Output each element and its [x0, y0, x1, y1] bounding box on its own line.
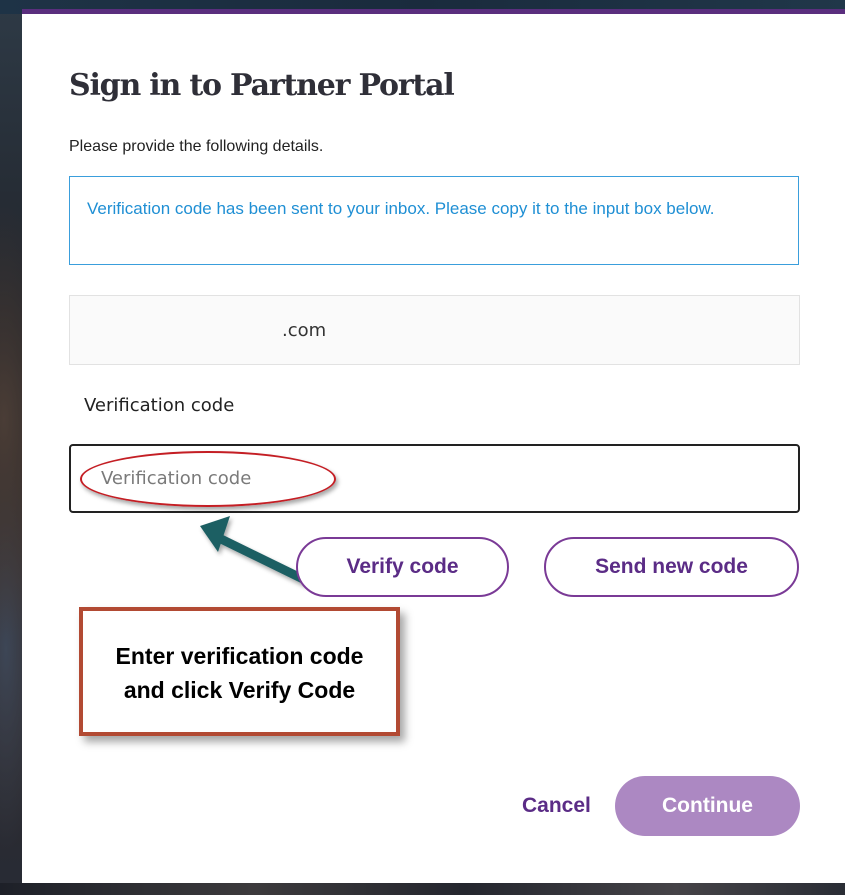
- email-value: .com: [282, 320, 327, 341]
- intro-text: Please provide the following details.: [69, 138, 324, 155]
- verify-code-button[interactable]: Verify code: [296, 537, 509, 597]
- background-bottom-strip: [0, 883, 845, 895]
- callout-line-2: and click Verify Code: [123, 677, 356, 703]
- page-title: Sign in to Partner Portal: [69, 68, 455, 103]
- verification-code-input[interactable]: [69, 444, 800, 513]
- sign-in-dialog: Sign in to Partner Portal Please provide…: [22, 9, 845, 883]
- cancel-link[interactable]: Cancel: [522, 794, 591, 818]
- email-field: .com: [69, 295, 800, 365]
- verification-code-label: Verification code: [84, 395, 235, 416]
- verification-notice: Verification code has been sent to your …: [69, 176, 799, 265]
- dialog-accent-bar: [22, 9, 845, 14]
- callout-line-1: Enter verification code: [115, 643, 364, 669]
- instruction-callout: Enter verification code and click Verify…: [79, 607, 400, 736]
- send-new-code-button[interactable]: Send new code: [544, 537, 799, 597]
- continue-button[interactable]: Continue: [615, 776, 800, 836]
